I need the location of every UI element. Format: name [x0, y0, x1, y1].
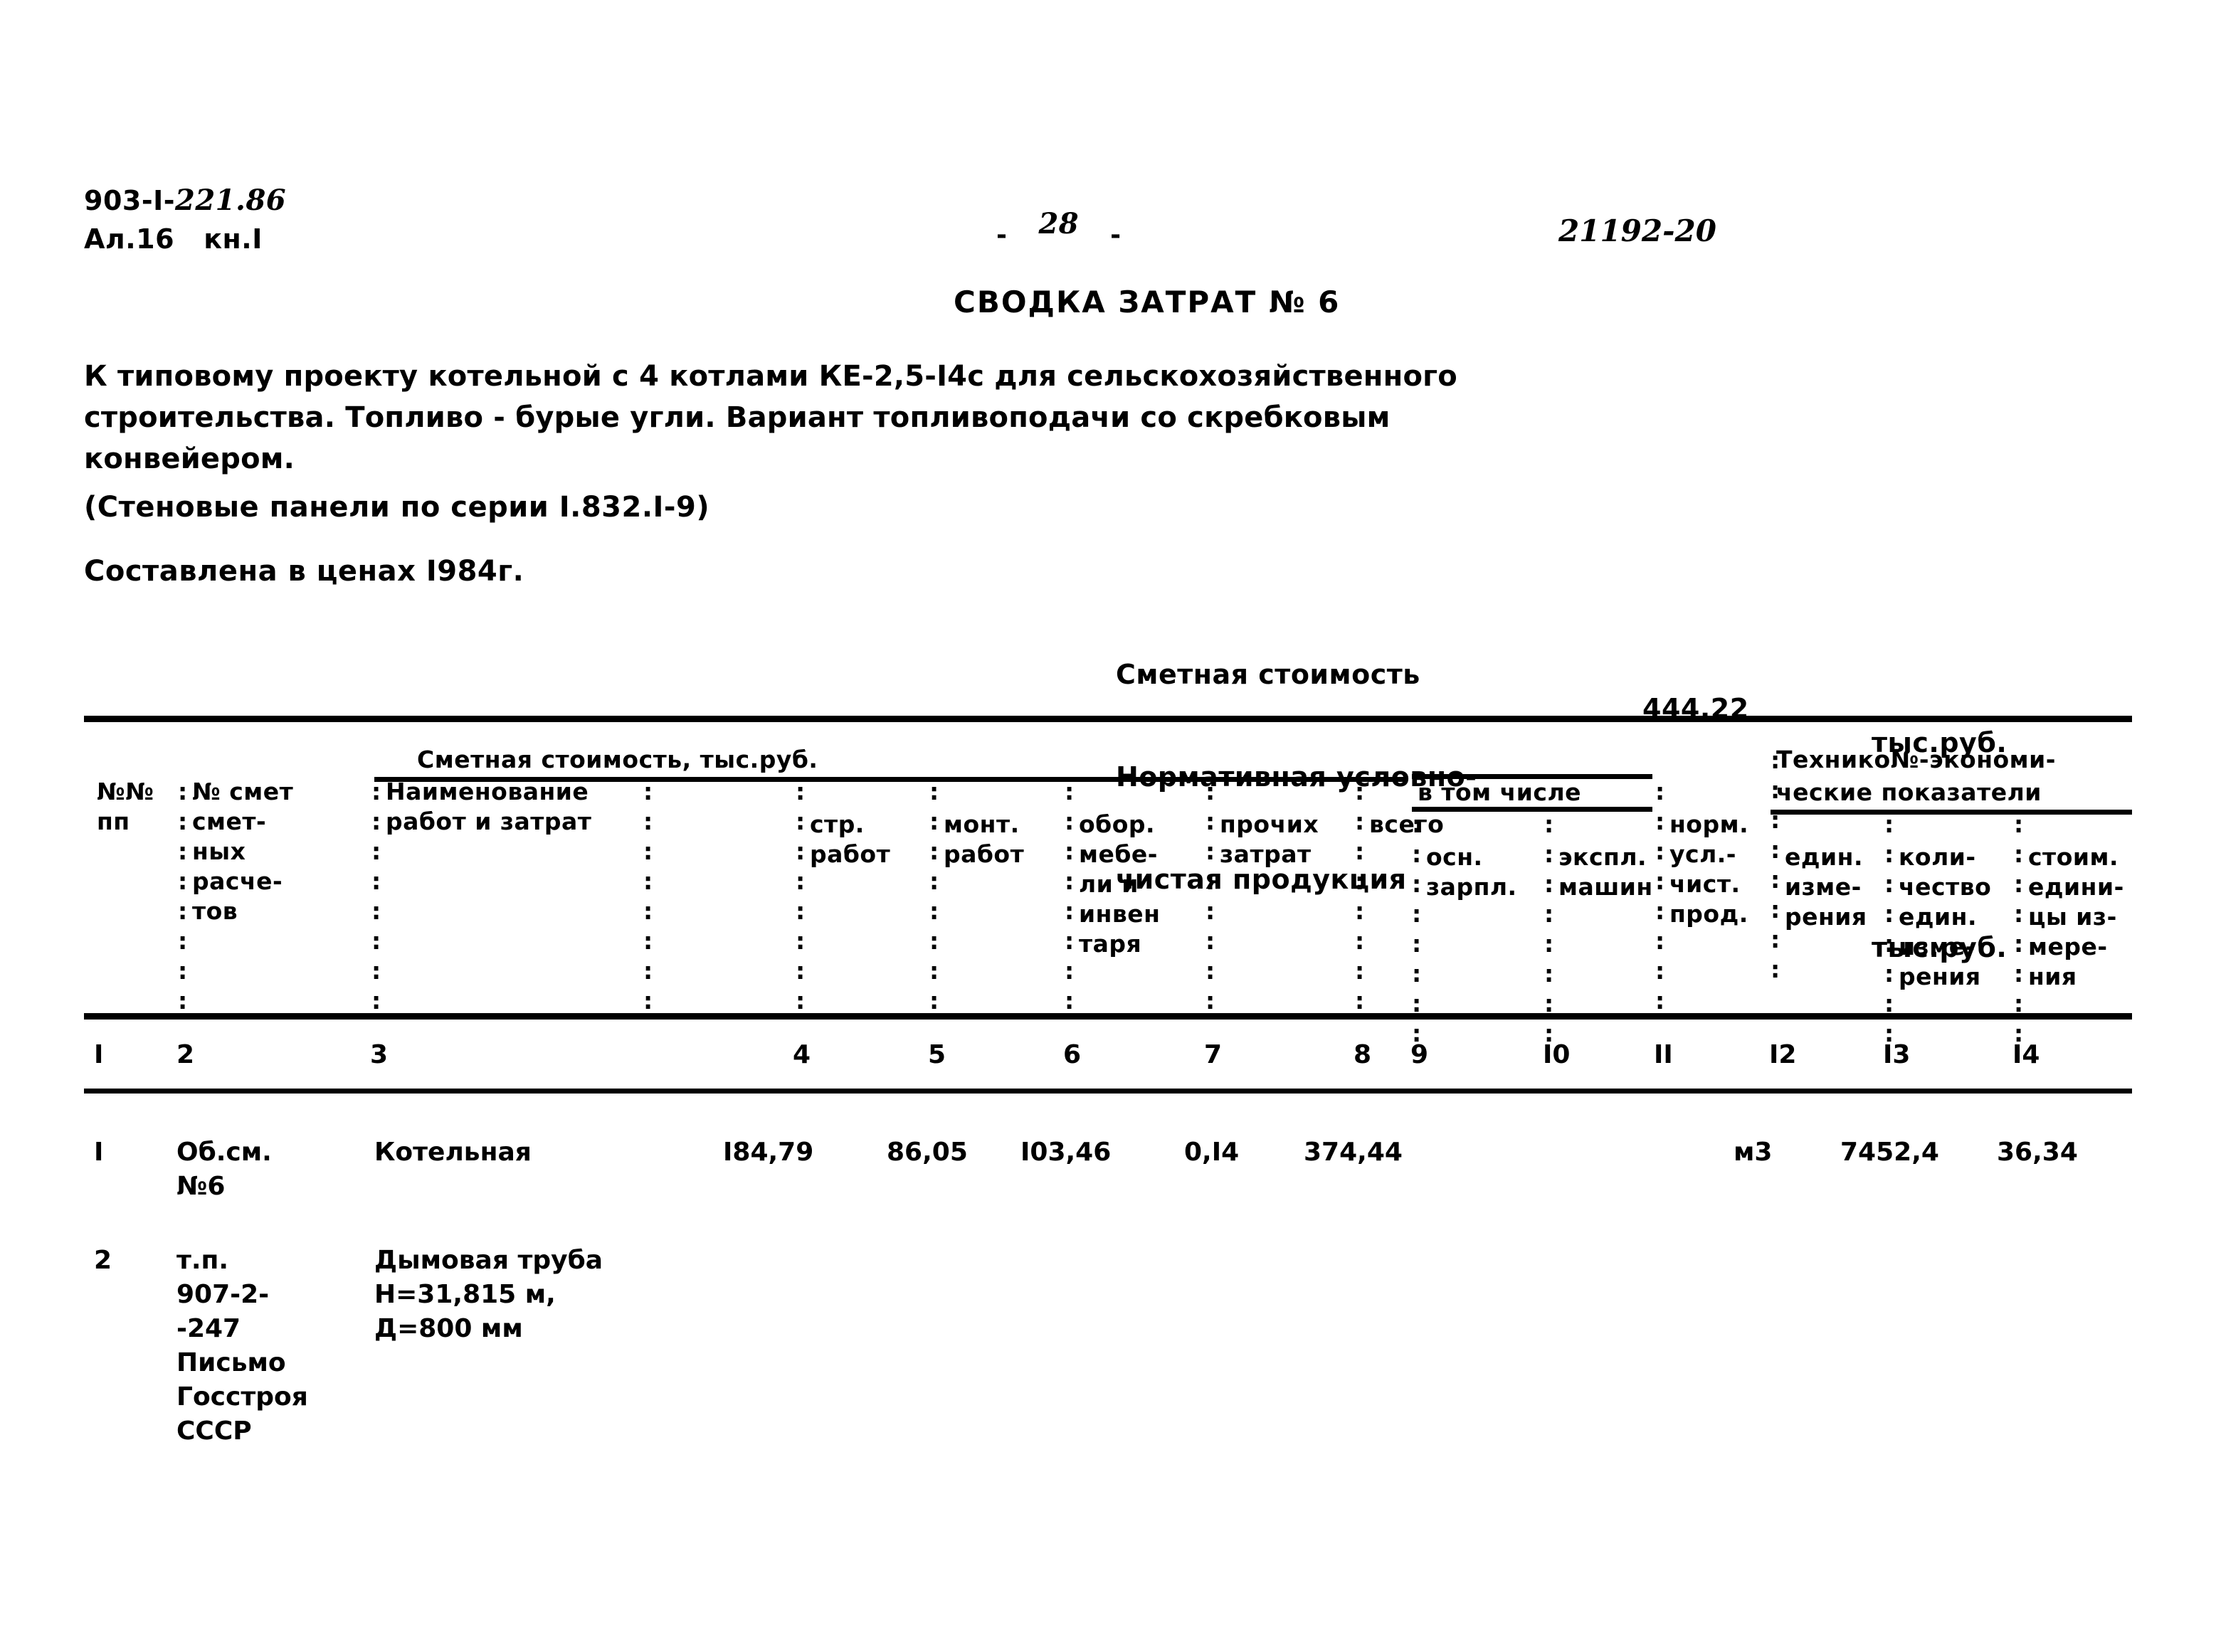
colhead-1: №№ пп: [97, 778, 154, 835]
project-description: К типовому проекту котельной с 4 котлами…: [84, 356, 1457, 480]
colhead-10: экспл. машин: [1558, 843, 1653, 901]
colhead-3: Наименование работ и затрат: [386, 778, 592, 835]
column-separator-6: : : : : : : : :: [1065, 778, 1075, 1015]
column-separator-7: : : : : : : : :: [1205, 778, 1215, 1015]
column-separator-10: : : : : : : : :: [1544, 810, 1554, 1047]
colhead-2: № смет смет-ных расче-тов: [192, 778, 294, 925]
table-header-bottom-rule: [84, 1013, 2132, 1020]
column-separator-8: : : : : : : : :: [1355, 778, 1365, 1015]
colnum-10: I0: [1543, 1040, 1571, 1069]
colnum-4: 4: [793, 1040, 811, 1069]
column-separator-11: : : : : : : : :: [1655, 778, 1665, 1015]
colnum-8: 8: [1354, 1040, 1372, 1069]
estimate-cost-label: Сметная стоимость: [1116, 659, 1420, 690]
colnum-12: I2: [1769, 1040, 1797, 1069]
sheet-code: 21192-20: [1558, 213, 1716, 248]
row2-col1: 2: [94, 1246, 112, 1275]
colhead-5: монт. работ: [944, 810, 1025, 868]
colhead-11: норм. усл.- чист. прод.: [1669, 810, 1749, 928]
document-page: 903-I-221.86 Ал.16 кн.I -28- 21192-20 СВ…: [0, 0, 2216, 1652]
description-line-2: строительства. Топливо - бурые угли. Вар…: [84, 401, 1391, 434]
description-line-1: К типовому проекту котельной с 4 котлами…: [84, 360, 1457, 393]
series-note: (Стеновые панели по серии I.832.I-9): [84, 491, 710, 524]
column-separator-14: : : : : : : : :: [2014, 810, 2024, 1047]
page-dash-left: -: [996, 221, 1008, 250]
document-code-prefix: 903-I-: [84, 185, 176, 216]
group-header-tech-line2: ческие показатели: [1776, 778, 2042, 806]
column-separator-4: : : : : : : : :: [796, 778, 806, 1015]
group-header-included: в том числе: [1418, 778, 1582, 806]
page-dash-right: -: [1110, 221, 1122, 250]
row1-col14: 36,34: [1997, 1138, 2078, 1167]
column-separator-1: : : : : : : : :: [178, 778, 188, 1015]
row1-col5: 86,05: [887, 1138, 968, 1167]
colnum-6: 6: [1063, 1040, 1082, 1069]
album-book-line: Ал.16 кн.I: [84, 223, 263, 255]
table-top-rule: [84, 716, 2132, 722]
group-header-tech-rule: [1771, 810, 2132, 815]
colhead-13: коли-чество един. изме-рения: [1899, 843, 1992, 990]
table-header: Сметная стоимость, тыс.руб. в том числе …: [84, 746, 2132, 1047]
row1-col13: 7452,4: [1840, 1138, 1939, 1167]
colhead-12: един. изме-рения: [1785, 843, 1867, 931]
colnum-13: I3: [1883, 1040, 1911, 1069]
column-separator-3: : : : : : : : :: [643, 778, 653, 1015]
page-title: СВОДКА ЗАТРАТ № 6: [954, 285, 1341, 319]
row1-col3: Котельная: [374, 1138, 532, 1167]
group-header-included-rule-bottom: [1412, 807, 1652, 812]
colhead-8: всего: [1369, 810, 1445, 838]
group-header-cost: Сметная стоимость, тыс.руб.: [417, 746, 818, 773]
row2-col3: Дымовая труба H=31,815 м, Д=800 мм: [374, 1246, 603, 1343]
row1-col6: I03,46: [1020, 1138, 1112, 1167]
page-number-block: - 28 -: [996, 207, 1122, 250]
colhead-14: стоим. едини-цы из-мере-ния: [2028, 843, 2124, 990]
colnum-9: 9: [1410, 1040, 1429, 1069]
colnum-5: 5: [928, 1040, 946, 1069]
group-header-included-rule-top: [1412, 774, 1652, 779]
colnum-7: 7: [1204, 1040, 1223, 1069]
column-separator-5: : : : : : : : :: [929, 778, 939, 1015]
colnum-3: 3: [370, 1040, 389, 1069]
page-number: 28: [1038, 207, 1080, 240]
estimate-cost-row: Сметная стоимость 444,22 тыс.руб.: [1116, 623, 2007, 758]
row1-col12: м3: [1734, 1138, 1773, 1167]
colhead-4: стр. работ: [810, 810, 891, 868]
colhead-9: осн. зарпл.: [1426, 843, 1517, 901]
description-line-3: конвейером.: [84, 443, 295, 475]
colnum-14: I4: [2012, 1040, 2040, 1069]
row1-col7: 0,I4: [1184, 1138, 1240, 1167]
column-separator-9: : : : : : : : :: [1412, 810, 1422, 1047]
row1-col2: Об.см. №6: [176, 1138, 272, 1201]
price-base-note: Составлена в ценах I984г.: [84, 555, 524, 588]
group-header-tech-line1: Технико№-экономи-: [1776, 746, 2056, 773]
column-separator-2: : : : : : : : :: [371, 778, 381, 1015]
colnum-1: I: [94, 1040, 104, 1069]
document-code: 903-I-221.86: [84, 184, 286, 218]
row1-col8: 374,44: [1304, 1138, 1403, 1167]
row2-col2: т.п. 907-2- -247 Письмо Госстроя СССР: [176, 1246, 308, 1446]
colhead-7: прочих затрат: [1220, 810, 1319, 868]
document-code-number: 221.86: [175, 184, 287, 217]
row1-col4: I84,79: [723, 1138, 814, 1167]
colnum-2: 2: [176, 1040, 195, 1069]
row1-col1: I: [94, 1138, 104, 1167]
column-separator-12: : : : : : : : :: [1771, 746, 1780, 983]
column-separator-13: : : : : : : : :: [1884, 810, 1894, 1047]
column-number-row: I 2 3 4 5 6 7 8 9 I0 II I2 I3 I4: [84, 1040, 2132, 1090]
colhead-6: обор. мебе-ли и инвен таря: [1079, 810, 1161, 958]
colnum-11: II: [1654, 1040, 1673, 1069]
